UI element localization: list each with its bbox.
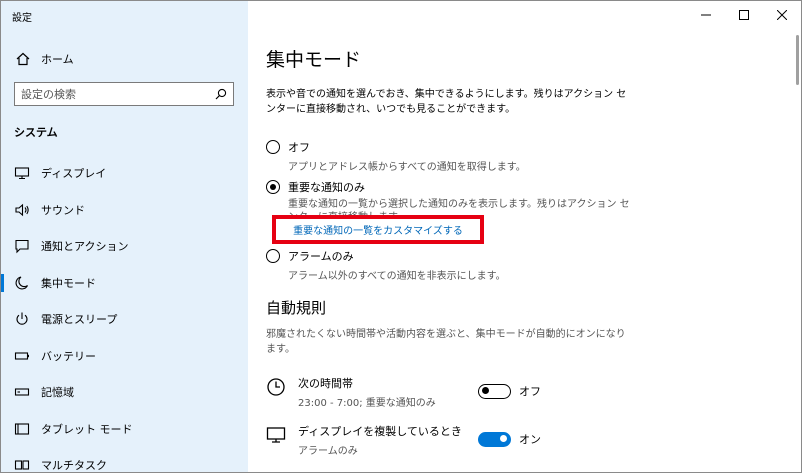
option-description: アプリとアドレス帳からすべての通知を取得します。 xyxy=(288,162,526,173)
home-icon xyxy=(16,52,30,66)
rule-duplicating-display[interactable]: ディスプレイを複製しているとき アラームのみ xyxy=(266,423,462,457)
sidebar-item-label: マルチタスク xyxy=(41,459,107,473)
sidebar-item-label: 記憶域 xyxy=(41,386,74,400)
display-icon xyxy=(14,167,30,180)
monitor-icon xyxy=(266,427,286,443)
rule-name: ディスプレイを複製しているとき xyxy=(298,425,462,438)
toggle-duplicating-display[interactable]: オン xyxy=(478,431,541,447)
toggle-switch-on[interactable] xyxy=(478,431,511,447)
auto-rules-description: 邪魔されたくない時間帯や活動内容を選ぶと、集中モードが自動的にオンになります。 xyxy=(266,329,626,355)
option-off[interactable]: オフ アプリとアドレス帳からすべての通知を取得します。 xyxy=(266,139,526,173)
sidebar-item-label: 電源とスリープ xyxy=(41,313,118,327)
toggle-switch-off[interactable] xyxy=(478,383,511,399)
sidebar-item-display[interactable]: ディスプレイ xyxy=(1,155,248,192)
customize-priority-list-link[interactable]: 重要な通知の一覧をカスタマイズする xyxy=(293,222,463,237)
page-description: 表示や音での通知を選んでおき、集中できるようにします。残りはアクション センター… xyxy=(266,89,627,115)
option-label: 重要な通知のみ xyxy=(288,181,365,194)
rule-name: 次の時間帯 xyxy=(298,377,353,390)
sidebar-item-focus-assist[interactable]: 集中モード xyxy=(1,265,248,302)
toggle-state: オン xyxy=(519,433,541,446)
rule-value: 23:00 - 7:00; 重要な通知のみ xyxy=(298,398,436,409)
option-description: アラーム以外のすべての通知を非表示にします。 xyxy=(288,271,506,282)
auto-rules-title: 自動規則 xyxy=(266,299,327,317)
home-label: ホーム xyxy=(41,53,74,66)
sidebar-item-label: 集中モード xyxy=(41,276,96,290)
sidebar-item-label: 通知とアクション xyxy=(41,240,129,254)
radio-button[interactable] xyxy=(266,140,280,154)
speaker-icon xyxy=(15,203,29,216)
moon-icon xyxy=(15,276,28,290)
sidebar-item-battery[interactable]: バッテリー xyxy=(1,338,248,375)
section-label-system: システム xyxy=(14,126,58,139)
tablet-icon xyxy=(14,423,30,435)
toggle-state: オフ xyxy=(519,385,541,398)
toggle-time-period[interactable]: オフ xyxy=(478,383,541,399)
search-input[interactable] xyxy=(21,87,215,101)
radio-button-selected[interactable] xyxy=(266,180,280,194)
clock-icon xyxy=(267,378,285,396)
search-box[interactable] xyxy=(14,82,234,106)
storage-icon xyxy=(14,388,30,396)
notification-icon xyxy=(15,240,29,254)
sidebar: 設定 ホーム システム ディスプレイ サウンド 通知とアクション xyxy=(1,1,248,473)
main-content: 集中モード 表示や音での通知を選んでおき、集中できるようにします。残りはアクショ… xyxy=(266,1,796,472)
search-icon[interactable] xyxy=(215,88,227,100)
power-icon xyxy=(16,312,28,325)
home-link[interactable]: ホーム xyxy=(15,49,74,69)
sidebar-item-sound[interactable]: サウンド xyxy=(1,192,248,229)
multitask-icon xyxy=(14,460,30,470)
sidebar-item-notifications[interactable]: 通知とアクション xyxy=(1,228,248,265)
radio-button[interactable] xyxy=(266,249,280,263)
sidebar-item-label: サウンド xyxy=(41,203,85,217)
option-label: アラームのみ xyxy=(288,250,354,263)
highlight-box: 重要な通知の一覧をカスタマイズする xyxy=(272,215,484,244)
rule-time-period[interactable]: 次の時間帯 23:00 - 7:00; 重要な通知のみ xyxy=(266,375,436,409)
sidebar-item-tablet-mode[interactable]: タブレット モード xyxy=(1,411,248,448)
rule-value: アラームのみ xyxy=(298,446,358,457)
sidebar-item-label: ディスプレイ xyxy=(41,167,107,181)
option-alarms-only[interactable]: アラームのみ アラーム以外のすべての通知を非表示にします。 xyxy=(266,248,506,282)
option-label: オフ xyxy=(288,141,310,154)
settings-window: 設定 ホーム システム ディスプレイ サウンド 通知とアクション xyxy=(0,0,802,473)
page-title: 集中モード xyxy=(266,49,362,71)
sidebar-nav: ディスプレイ サウンド 通知とアクション 集中モード 電源とスリープ バッテリー xyxy=(1,155,248,473)
sidebar-item-label: バッテリー xyxy=(41,349,96,363)
scrollbar[interactable] xyxy=(796,35,799,85)
window-title: 設定 xyxy=(12,13,32,24)
battery-icon xyxy=(14,352,29,360)
sidebar-item-storage[interactable]: 記憶域 xyxy=(1,374,248,411)
sidebar-item-label: タブレット モード xyxy=(41,422,133,436)
sidebar-item-multitasking[interactable]: マルチタスク xyxy=(1,447,248,473)
sidebar-item-power[interactable]: 電源とスリープ xyxy=(1,301,248,338)
